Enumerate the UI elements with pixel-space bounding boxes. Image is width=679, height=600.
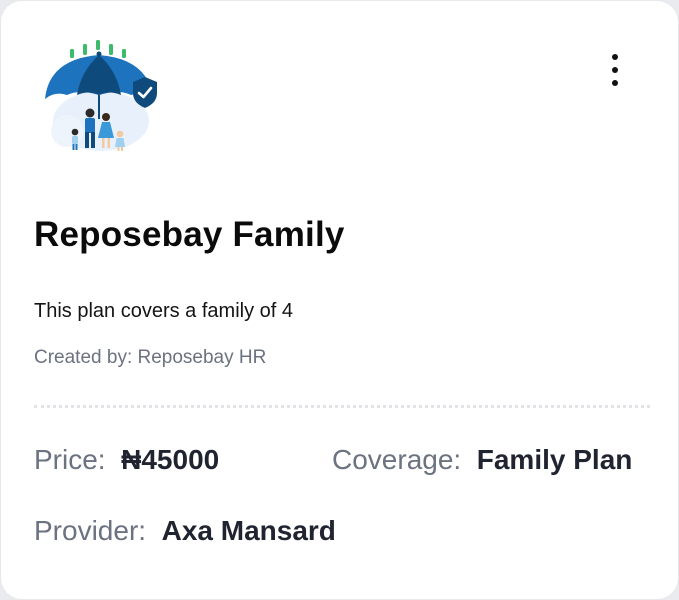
coverage-value: Family Plan bbox=[476, 444, 633, 475]
provider-detail: Provider: Axa Mansard bbox=[34, 515, 336, 547]
provider-label: Provider: bbox=[34, 515, 154, 546]
family-umbrella-illustration-icon bbox=[39, 35, 161, 157]
plan-description: This plan covers a family of 4 bbox=[34, 300, 293, 322]
dotted-divider bbox=[34, 405, 650, 408]
kebab-dot bbox=[612, 80, 618, 86]
coverage-detail: Coverage: Family Plan bbox=[332, 444, 632, 476]
kebab-dot bbox=[612, 67, 618, 73]
price-value: ₦45000 bbox=[121, 444, 220, 475]
plan-card[interactable]: Reposebay Family This plan covers a fami… bbox=[0, 0, 679, 600]
coverage-label: Coverage: bbox=[332, 444, 469, 475]
more-options-kebab-icon[interactable] bbox=[599, 49, 631, 91]
plan-title: Reposebay Family bbox=[34, 215, 345, 254]
price-detail: Price: ₦45000 bbox=[34, 444, 219, 476]
price-label: Price: bbox=[34, 444, 114, 475]
provider-value: Axa Mansard bbox=[161, 515, 336, 546]
plan-created-by: Created by: Reposebay HR bbox=[34, 347, 267, 368]
kebab-dot bbox=[612, 54, 618, 60]
